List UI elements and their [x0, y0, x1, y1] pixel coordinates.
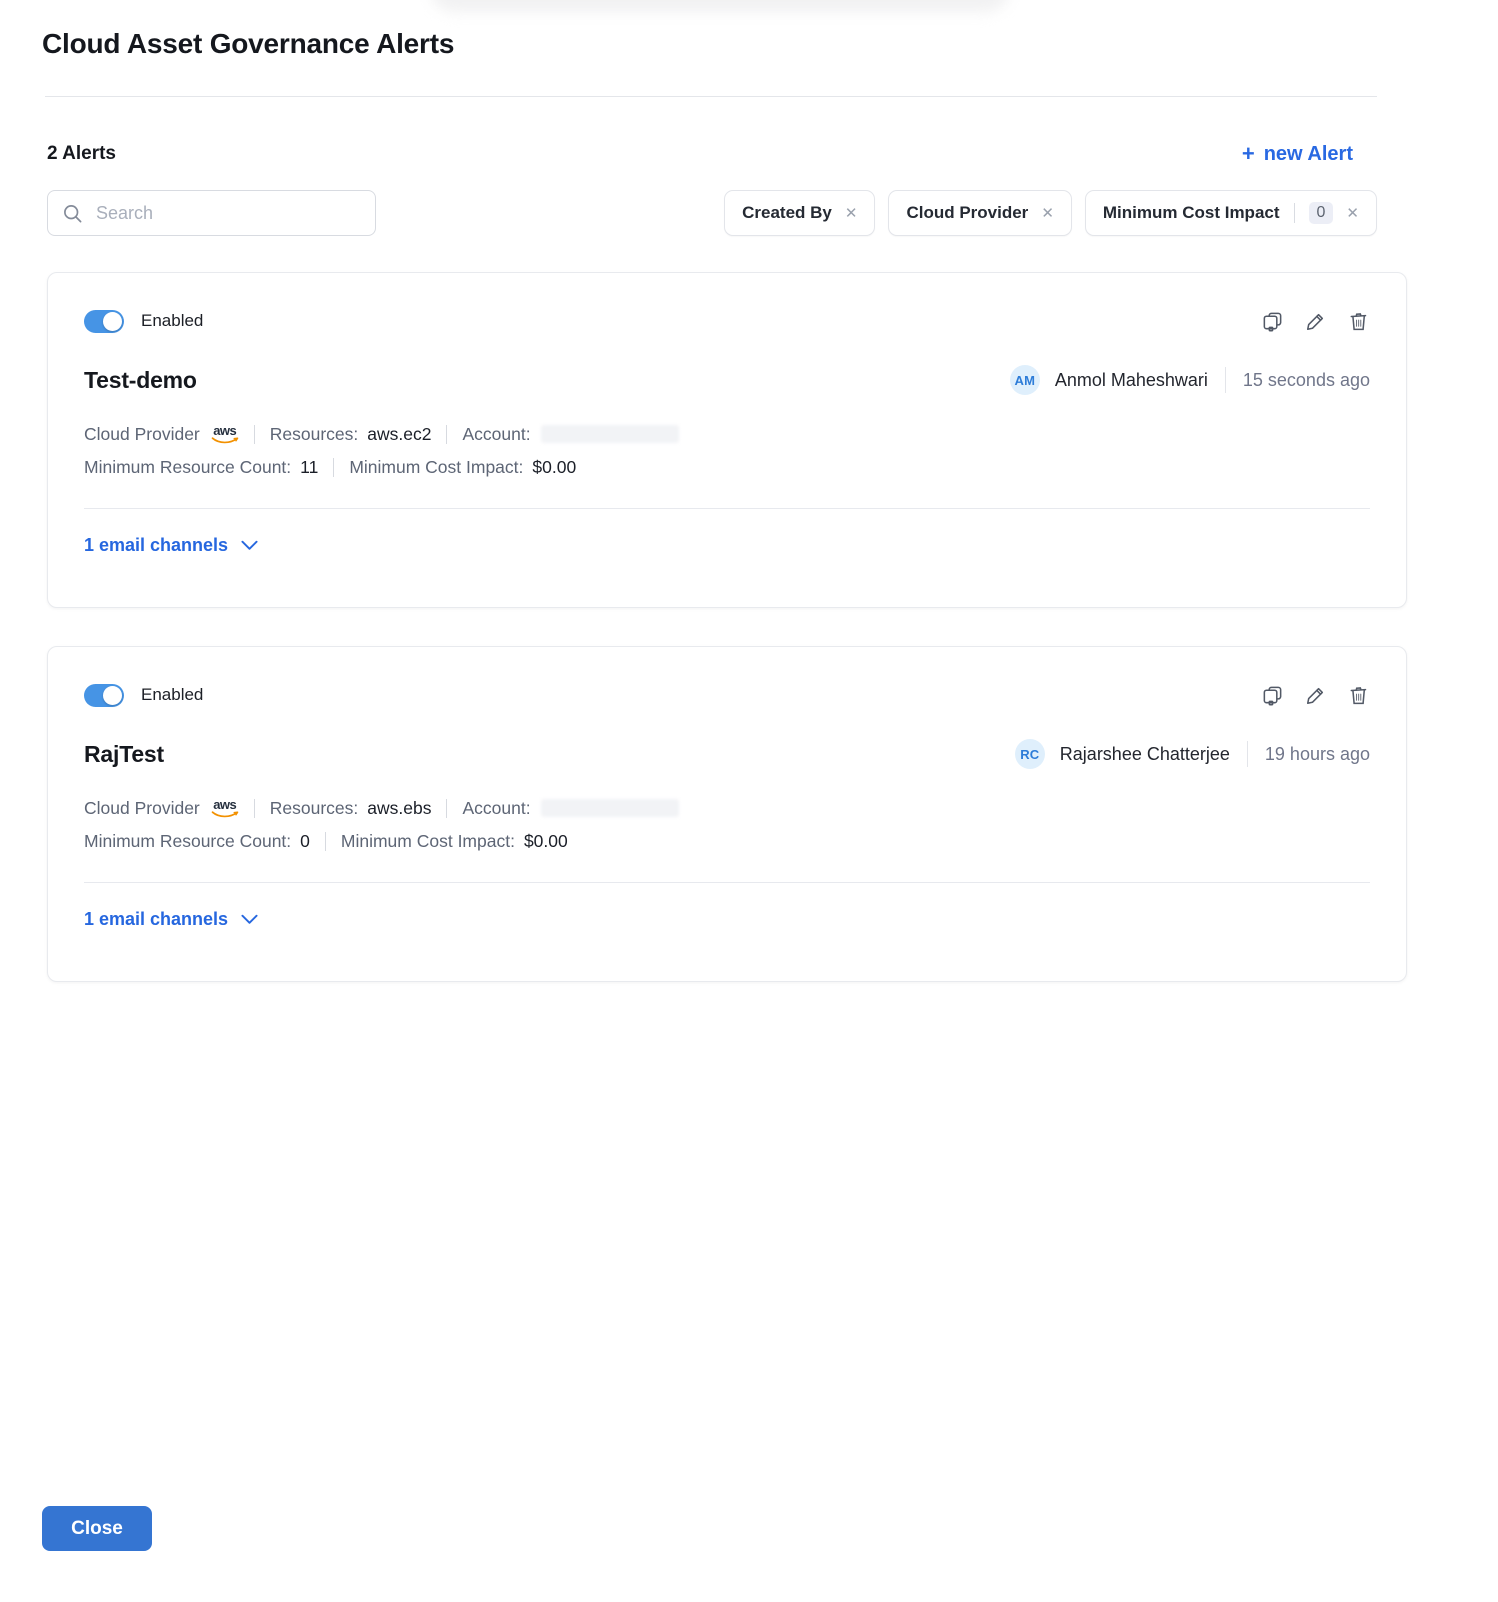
- account-label: Account:: [462, 424, 530, 445]
- divider: [254, 799, 255, 818]
- new-alert-label: new Alert: [1264, 143, 1353, 166]
- pencil-icon: [1304, 684, 1327, 707]
- creator-info: AM Anmol Maheshwari 15 seconds ago: [1010, 365, 1370, 395]
- duplicate-button[interactable]: [1261, 310, 1284, 333]
- divider: [333, 458, 334, 477]
- aws-logo: aws: [211, 424, 239, 445]
- chevron-down-icon: [241, 540, 258, 551]
- min-cost-impact-value: $0.00: [524, 831, 568, 852]
- resources-value: aws.ebs: [367, 798, 431, 819]
- min-resource-count-value: 11: [300, 457, 318, 478]
- min-resource-count-label: Minimum Resource Count:: [84, 457, 291, 478]
- toggle-knob: [103, 686, 122, 705]
- account-label: Account:: [462, 798, 530, 819]
- email-channels-toggle[interactable]: 1 email channels: [84, 535, 258, 556]
- divider: [446, 425, 447, 444]
- filter-chip-label: Minimum Cost Impact: [1103, 203, 1280, 223]
- account-value-redacted: [541, 425, 679, 443]
- filter-chip-label: Created By: [742, 203, 832, 223]
- delete-button[interactable]: [1347, 684, 1370, 707]
- copy-icon: [1261, 684, 1284, 707]
- filter-chips: Created By ✕ Cloud Provider ✕ Minimum Co…: [724, 190, 1377, 236]
- filter-chip-created-by[interactable]: Created By ✕: [724, 190, 875, 236]
- filter-chip-min-cost-impact[interactable]: Minimum Cost Impact 0 ✕: [1085, 190, 1377, 236]
- alert-meta-row: Cloud Provider aws Resources: aws.ebs Ac…: [84, 797, 1370, 819]
- alert-meta-row: Minimum Resource Count: 11 Minimum Cost …: [84, 456, 1370, 478]
- search-input[interactable]: [94, 202, 361, 225]
- alert-card: Enabled: [47, 272, 1407, 608]
- plus-icon: +: [1242, 144, 1255, 164]
- trash-icon: [1347, 684, 1370, 707]
- filter-value-badge: 0: [1309, 202, 1334, 224]
- alert-count: 2 Alerts: [47, 143, 116, 165]
- divider: [254, 425, 255, 444]
- search-box: [47, 190, 376, 236]
- enabled-toggle[interactable]: [84, 684, 124, 707]
- divider: [446, 799, 447, 818]
- min-resource-count-label: Minimum Resource Count:: [84, 831, 291, 852]
- resources-label: Resources:: [270, 798, 359, 819]
- duplicate-button[interactable]: [1261, 684, 1284, 707]
- divider: [325, 832, 326, 851]
- remove-filter-icon[interactable]: ✕: [1041, 206, 1054, 221]
- min-cost-impact-label: Minimum Cost Impact:: [341, 831, 515, 852]
- edit-button[interactable]: [1304, 310, 1327, 333]
- alert-meta-row: Minimum Resource Count: 0 Minimum Cost I…: [84, 830, 1370, 852]
- chevron-down-icon: [241, 914, 258, 925]
- close-button[interactable]: Close: [42, 1506, 152, 1551]
- alert-name: RajTest: [84, 741, 164, 768]
- creator-name: Anmol Maheshwari: [1055, 370, 1208, 391]
- toolbar: 2 Alerts + new Alert: [47, 140, 1407, 168]
- chip-divider: [1294, 203, 1295, 223]
- cloud-provider-label: Cloud Provider: [84, 424, 200, 445]
- avatar: AM: [1010, 365, 1040, 395]
- aws-smile-icon: [211, 437, 239, 445]
- email-channels-label: 1 email channels: [84, 535, 228, 556]
- copy-icon: [1261, 310, 1284, 333]
- enabled-toggle[interactable]: [84, 310, 124, 333]
- card-divider: [84, 508, 1370, 509]
- new-alert-button[interactable]: + new Alert: [1242, 143, 1353, 166]
- min-cost-impact-value: $0.00: [532, 457, 576, 478]
- alert-name: Test-demo: [84, 367, 197, 394]
- edit-button[interactable]: [1304, 684, 1327, 707]
- filter-chip-cloud-provider[interactable]: Cloud Provider ✕: [888, 190, 1071, 236]
- account-value-redacted: [541, 799, 679, 817]
- email-channels-toggle[interactable]: 1 email channels: [84, 909, 258, 930]
- creator-name: Rajarshee Chatterjee: [1060, 744, 1230, 765]
- email-channels-label: 1 email channels: [84, 909, 228, 930]
- timestamp: 15 seconds ago: [1243, 370, 1370, 391]
- enabled-label: Enabled: [141, 685, 203, 705]
- avatar: RC: [1015, 739, 1045, 769]
- min-resource-count-value: 0: [300, 831, 310, 852]
- toggle-knob: [103, 312, 122, 331]
- aws-smile-icon: [211, 811, 239, 819]
- alerts-panel: Cloud Asset Governance Alerts 2 Alerts +…: [47, 0, 1407, 982]
- filter-chip-label: Cloud Provider: [906, 203, 1028, 223]
- creator-info: RC Rajarshee Chatterjee 19 hours ago: [1015, 739, 1370, 769]
- resources-label: Resources:: [270, 424, 359, 445]
- cloud-provider-label: Cloud Provider: [84, 798, 200, 819]
- trash-icon: [1347, 310, 1370, 333]
- divider: [1247, 741, 1248, 767]
- alert-card: Enabled: [47, 646, 1407, 982]
- divider: [1225, 367, 1226, 393]
- search-icon: [62, 203, 83, 224]
- page-title: Cloud Asset Governance Alerts: [42, 0, 1407, 60]
- pencil-icon: [1304, 310, 1327, 333]
- card-divider: [84, 882, 1370, 883]
- resources-value: aws.ec2: [367, 424, 431, 445]
- header-divider: [45, 96, 1377, 97]
- filter-bar: Created By ✕ Cloud Provider ✕ Minimum Co…: [47, 190, 1407, 236]
- aws-logo: aws: [211, 798, 239, 819]
- remove-filter-icon[interactable]: ✕: [1346, 206, 1359, 221]
- remove-filter-icon[interactable]: ✕: [845, 206, 858, 221]
- enabled-label: Enabled: [141, 311, 203, 331]
- alert-meta-row: Cloud Provider aws Resources: aws.ec2 Ac…: [84, 423, 1370, 445]
- min-cost-impact-label: Minimum Cost Impact:: [349, 457, 523, 478]
- timestamp: 19 hours ago: [1265, 744, 1370, 765]
- delete-button[interactable]: [1347, 310, 1370, 333]
